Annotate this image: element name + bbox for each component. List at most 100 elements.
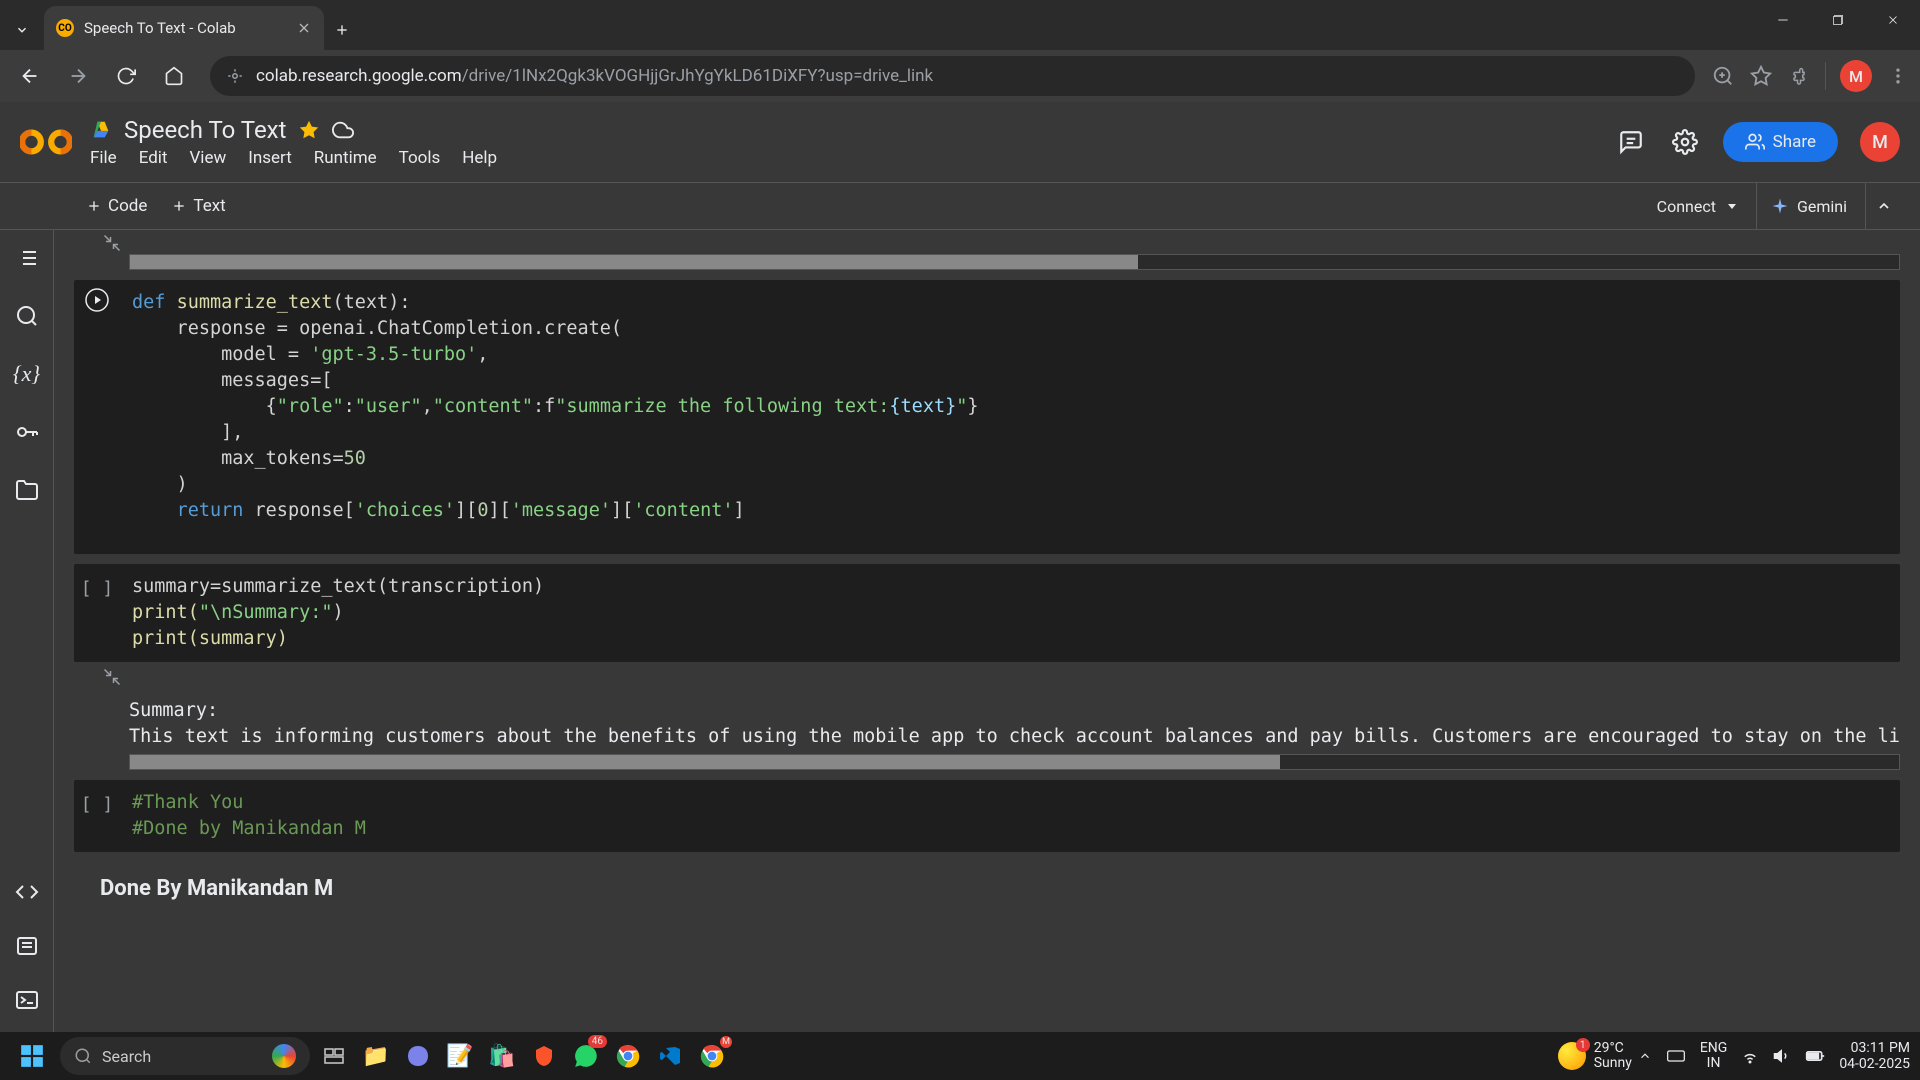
menu-edit[interactable]: Edit — [139, 148, 168, 168]
gemini-button[interactable]: Gemini — [1756, 183, 1861, 229]
colab-favicon-icon: CO — [56, 19, 74, 37]
menu-help[interactable]: Help — [462, 148, 497, 168]
run-button[interactable] — [85, 288, 109, 312]
star-icon[interactable] — [298, 119, 320, 141]
add-code-label: Code — [108, 196, 147, 216]
extensions-icon[interactable] — [1787, 64, 1811, 88]
files-icon[interactable] — [13, 476, 41, 504]
terminal-icon[interactable] — [13, 986, 41, 1014]
new-tab-button[interactable] — [324, 10, 360, 50]
menu-file[interactable]: File — [90, 148, 117, 168]
chevron-down-icon — [1726, 200, 1738, 212]
brave-icon[interactable] — [526, 1038, 562, 1074]
weather-desc: Sunny — [1594, 1056, 1632, 1071]
store-icon[interactable]: 🛍️ — [484, 1038, 520, 1074]
add-code-button[interactable]: Code — [76, 190, 157, 222]
language-indicator[interactable]: ENGIN — [1700, 1041, 1727, 1071]
start-button[interactable] — [10, 1034, 54, 1078]
window-maximize-button[interactable] — [1810, 0, 1865, 40]
markdown-cell[interactable]: Done By Manikandan M — [74, 862, 1900, 901]
browser-profile-avatar[interactable]: M — [1840, 60, 1872, 92]
drive-icon — [90, 119, 112, 141]
home-button[interactable] — [154, 56, 194, 96]
gemini-label: Gemini — [1797, 197, 1847, 216]
notebook-title[interactable]: Speech To Text — [124, 116, 286, 144]
add-text-button[interactable]: Text — [161, 190, 235, 222]
search-icon — [74, 1047, 92, 1065]
code-cell[interactable]: def summarize_text(text): response = ope… — [74, 280, 1900, 554]
chrome-active-icon[interactable]: M — [694, 1038, 730, 1074]
comments-icon[interactable] — [1615, 126, 1647, 158]
window-minimize-button[interactable] — [1755, 0, 1810, 40]
add-text-label: Text — [193, 196, 225, 216]
menu-insert[interactable]: Insert — [248, 148, 292, 168]
vscode-icon[interactable] — [652, 1038, 688, 1074]
close-tab-icon[interactable] — [296, 20, 312, 36]
menu-tools[interactable]: Tools — [399, 148, 441, 168]
cloud-saved-icon — [332, 119, 354, 141]
code-content[interactable]: summary=summarize_text(transcription) pr… — [120, 564, 1900, 662]
toc-icon[interactable] — [13, 244, 41, 272]
volume-icon[interactable] — [1773, 1047, 1791, 1065]
weather-widget[interactable]: 1 29°CSunny — [1558, 1041, 1632, 1071]
secrets-icon[interactable] — [13, 418, 41, 446]
settings-icon[interactable] — [1669, 126, 1701, 158]
divider — [1825, 62, 1826, 90]
battery-icon[interactable] — [1805, 1046, 1825, 1066]
keyboard-icon[interactable] — [1666, 1046, 1686, 1066]
file-explorer-icon[interactable]: 📁 — [358, 1038, 394, 1074]
reload-button[interactable] — [106, 56, 146, 96]
scrollbar-thumb[interactable] — [130, 755, 1280, 769]
people-icon — [1745, 132, 1765, 152]
browser-tab[interactable]: CO Speech To Text - Colab — [44, 6, 324, 50]
command-palette-icon[interactable] — [13, 932, 41, 960]
code-cell[interactable]: [ ] #Thank You #Done by Manikandan M — [74, 780, 1900, 852]
tab-title: Speech To Text - Colab — [84, 19, 286, 37]
chrome-icon[interactable] — [610, 1038, 646, 1074]
code-content[interactable]: #Thank You #Done by Manikandan M — [120, 780, 1900, 852]
output-toggle-icon[interactable] — [100, 234, 124, 252]
variables-icon[interactable]: {x} — [13, 360, 41, 388]
share-label: Share — [1773, 132, 1816, 152]
whatsapp-icon[interactable]: 46 — [568, 1038, 604, 1074]
notepad-icon[interactable]: 📝 — [442, 1038, 478, 1074]
badge: M — [720, 1036, 732, 1048]
weather-temp: 29°C — [1594, 1041, 1632, 1056]
search-highlight-icon — [272, 1044, 296, 1068]
scrollbar-thumb[interactable] — [130, 255, 1138, 269]
output-toggle-icon[interactable] — [100, 668, 124, 686]
menu-view[interactable]: View — [189, 148, 226, 168]
address-bar[interactable]: colab.research.google.com/drive/1lNx2Qgk… — [210, 56, 1695, 96]
browser-menu-icon[interactable] — [1886, 64, 1910, 88]
weather-icon: 1 — [1558, 1042, 1586, 1070]
forward-button[interactable] — [58, 56, 98, 96]
code-cell[interactable]: [ ] summary=summarize_text(transcription… — [74, 564, 1900, 662]
back-button[interactable] — [10, 56, 50, 96]
tray-chevron-icon[interactable] — [1638, 1049, 1652, 1063]
search-icon[interactable] — [13, 302, 41, 330]
taskbar-search[interactable]: Search — [60, 1037, 310, 1075]
tab-list-dropdown[interactable] — [0, 10, 44, 50]
connect-button[interactable]: Connect — [1643, 197, 1752, 216]
colab-logo-icon[interactable] — [20, 116, 72, 168]
colab-profile-avatar[interactable]: M — [1860, 122, 1900, 162]
exec-count[interactable]: [ ] — [81, 572, 114, 662]
gemini-icon — [1771, 197, 1789, 215]
clock[interactable]: 03:11 PM04-02-2025 — [1839, 1040, 1910, 1072]
code-snippets-icon[interactable] — [13, 878, 41, 906]
site-settings-icon[interactable] — [226, 67, 244, 85]
app-icon[interactable] — [400, 1038, 436, 1074]
task-view-icon[interactable] — [316, 1038, 352, 1074]
search-placeholder: Search — [102, 1047, 151, 1066]
zoom-icon[interactable] — [1711, 64, 1735, 88]
code-content[interactable]: def summarize_text(text): response = ope… — [120, 280, 1900, 534]
bookmark-icon[interactable] — [1749, 64, 1773, 88]
wifi-icon[interactable] — [1741, 1047, 1759, 1065]
collapse-header-button[interactable] — [1865, 183, 1902, 229]
output-scrollbar[interactable] — [129, 254, 1900, 270]
exec-count[interactable]: [ ] — [81, 788, 114, 852]
menu-runtime[interactable]: Runtime — [314, 148, 377, 168]
output-scrollbar[interactable] — [129, 754, 1900, 770]
share-button[interactable]: Share — [1723, 122, 1838, 162]
window-close-button[interactable] — [1865, 0, 1920, 40]
